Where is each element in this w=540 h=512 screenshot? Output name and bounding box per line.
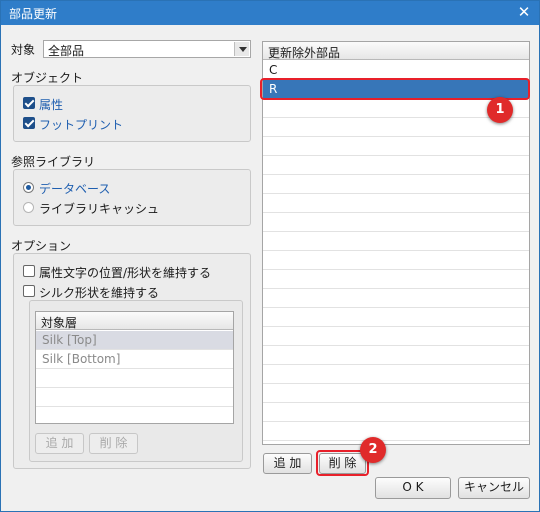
list-item — [263, 194, 529, 213]
list-item — [263, 175, 529, 194]
options-groupbox: 属性文字の位置/形状を維持する シルク形状を維持する 対象層 Silk [Top… — [13, 253, 251, 469]
list-item — [263, 346, 529, 365]
target-label: 対象 — [11, 43, 36, 57]
list-item — [36, 369, 233, 388]
attribute-checkbox-label: 属性 — [39, 98, 64, 112]
list-item — [263, 137, 529, 156]
exclude-item-label: C — [269, 63, 278, 77]
list-item — [263, 365, 529, 384]
footprint-checkbox-label: フットプリント — [39, 118, 124, 132]
annotation-badge-2: 2 — [360, 437, 386, 463]
layer-add-button[interactable]: 追 加 — [35, 433, 84, 454]
layer-item-label: Silk [Bottom] — [42, 352, 121, 366]
object-group-heading: オブジェクト — [11, 71, 84, 85]
exclude-list-header-label: 更新除外部品 — [268, 46, 341, 60]
keep-silk-checkbox-row[interactable]: シルク形状を維持する — [23, 283, 243, 300]
database-radio-label: データベース — [39, 182, 111, 196]
list-item — [263, 213, 529, 232]
footprint-checkbox[interactable] — [23, 117, 35, 129]
options-heading: オプション — [11, 239, 72, 253]
target-dropdown[interactable]: 全部品 — [43, 40, 251, 58]
list-item — [263, 384, 529, 403]
layer-item-label: Silk [Top] — [42, 333, 97, 347]
layer-remove-button[interactable]: 削 除 — [89, 433, 138, 454]
keep-silk-checkbox[interactable] — [23, 285, 35, 297]
list-item — [263, 422, 529, 441]
close-icon[interactable]: ✕ — [515, 3, 533, 21]
attribute-checkbox-row[interactable]: 属性 — [23, 95, 223, 112]
keep-silk-label: シルク形状を維持する — [39, 286, 160, 300]
library-cache-radio[interactable] — [23, 202, 34, 213]
ref-library-heading: 参照ライブラリ — [11, 155, 96, 169]
target-dropdown-value: 全部品 — [48, 44, 85, 58]
annotation-badge-1: 1 — [487, 97, 513, 123]
list-item — [263, 118, 529, 137]
exclude-add-button[interactable]: 追 加 — [263, 453, 312, 474]
layer-list-header: 対象層 — [36, 312, 233, 330]
database-radio-row[interactable]: データベース — [23, 179, 223, 196]
database-radio[interactable] — [23, 182, 34, 193]
list-item: Silk [Bottom] — [36, 350, 233, 369]
dialog-window: 部品更新 ✕ 対象 全部品 オブジェクト 属性 フットプリント 参照ライブラリ … — [0, 0, 540, 512]
list-item — [263, 308, 529, 327]
selection-callout — [260, 78, 530, 100]
library-cache-radio-label: ライブラリキャッシュ — [39, 202, 160, 216]
cancel-button[interactable]: キャンセル — [458, 477, 530, 499]
library-cache-radio-row[interactable]: ライブラリキャッシュ — [23, 199, 223, 216]
ok-button[interactable]: O K — [375, 477, 451, 499]
list-item — [263, 232, 529, 251]
keep-attr-text-checkbox-row[interactable]: 属性文字の位置/形状を維持する — [23, 263, 243, 280]
list-item — [263, 251, 529, 270]
ref-library-groupbox: データベース ライブラリキャッシュ — [13, 169, 251, 226]
dialog-title: 部品更新 — [9, 7, 58, 21]
keep-attr-text-checkbox[interactable] — [23, 265, 35, 277]
chevron-down-icon[interactable] — [234, 42, 249, 56]
footprint-checkbox-row[interactable]: フットプリント — [23, 115, 223, 132]
list-item — [263, 289, 529, 308]
list-item: Silk [Top] — [36, 331, 233, 350]
list-item — [263, 327, 529, 346]
list-item — [263, 403, 529, 422]
object-groupbox: 属性 フットプリント — [13, 85, 251, 142]
list-item — [263, 156, 529, 175]
keep-attr-text-label: 属性文字の位置/形状を維持する — [39, 266, 212, 280]
layer-inner-box: 対象層 Silk [Top] Silk [Bottom] 追 加 削 除 — [29, 300, 243, 462]
list-item — [36, 388, 233, 407]
exclude-list-header: 更新除外部品 — [263, 42, 529, 60]
title-bar[interactable]: 部品更新 ✕ — [1, 1, 539, 25]
attribute-checkbox[interactable] — [23, 97, 35, 109]
layer-list[interactable]: 対象層 Silk [Top] Silk [Bottom] — [35, 311, 234, 424]
list-item — [263, 270, 529, 289]
layer-list-header-label: 対象層 — [41, 316, 78, 330]
